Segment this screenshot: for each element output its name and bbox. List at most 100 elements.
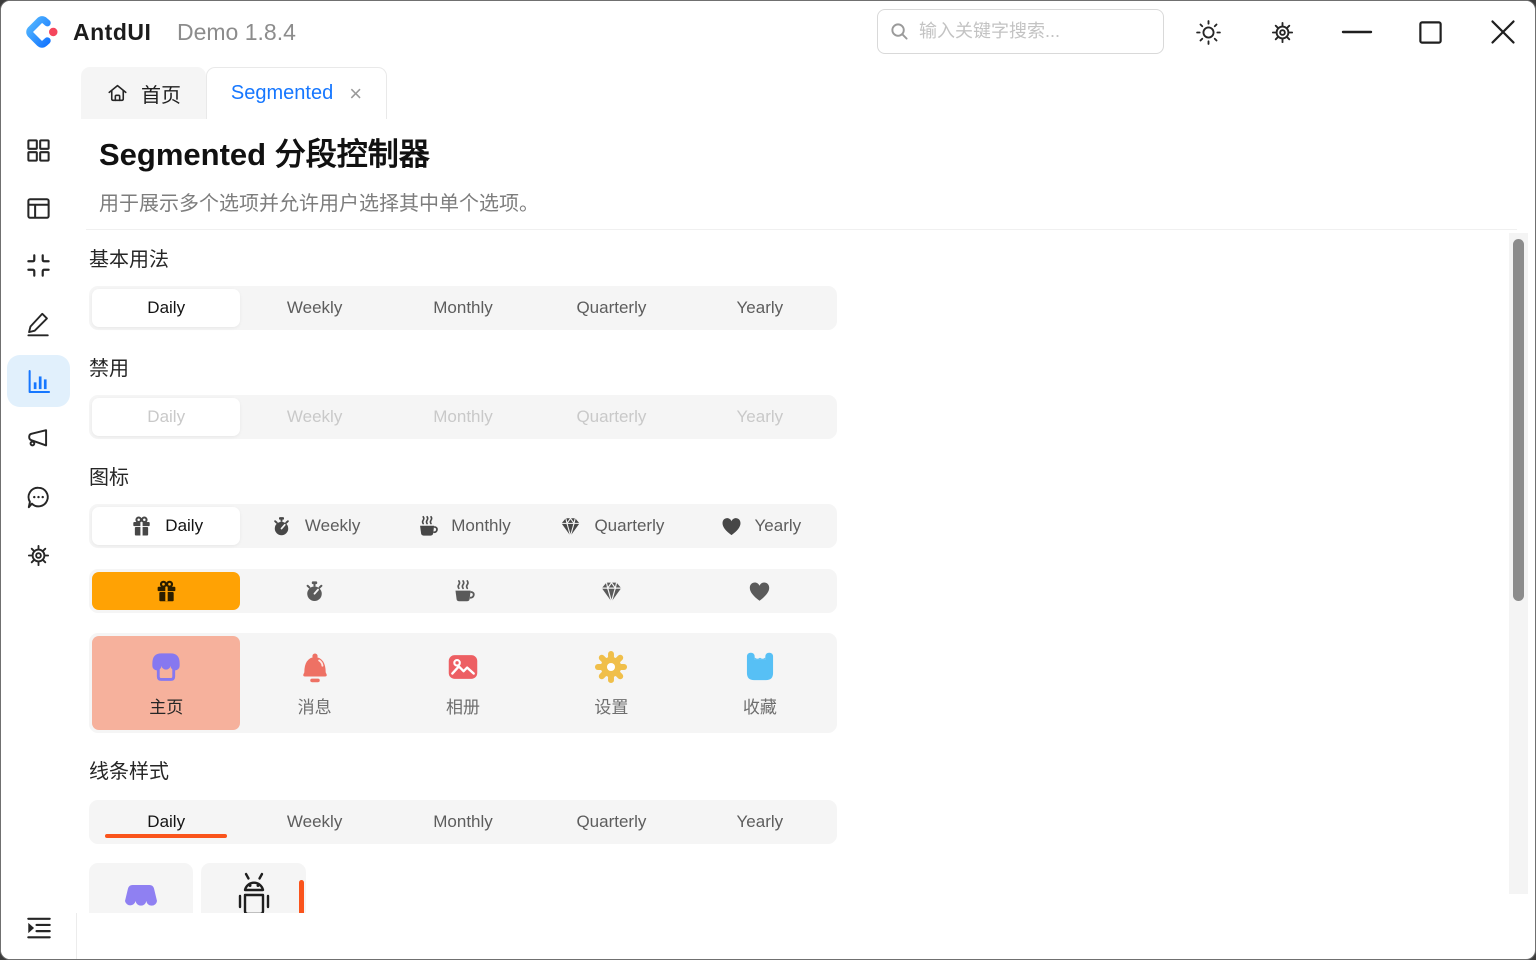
segment-option-heart[interactable] bbox=[686, 572, 834, 610]
settings-button[interactable] bbox=[1263, 1, 1301, 63]
coffee-icon bbox=[450, 578, 477, 605]
segment-option-coffee[interactable] bbox=[389, 572, 537, 610]
sidebar-collapse-button[interactable] bbox=[1, 905, 76, 949]
segment-option-monthly[interactable]: Monthly bbox=[389, 803, 537, 841]
chat-bubble-icon bbox=[25, 484, 52, 511]
segmented-disabled: Daily Weekly Monthly Quarterly Yearly bbox=[89, 395, 837, 439]
segment-label: Yearly bbox=[737, 298, 784, 318]
sidebar-item-announcement[interactable] bbox=[1, 413, 76, 465]
segment-label: Weekly bbox=[287, 298, 342, 318]
search-icon bbox=[890, 22, 909, 41]
sidebar-item-charts-active[interactable] bbox=[1, 355, 76, 407]
bar-chart-icon bbox=[25, 368, 52, 395]
section-title-icons: 图标 bbox=[89, 461, 129, 490]
segment-label: Quarterly bbox=[576, 407, 646, 427]
sidebar-item-layout[interactable] bbox=[1, 182, 76, 234]
minimize-icon bbox=[1341, 16, 1373, 48]
tab-home[interactable]: 首页 bbox=[81, 67, 206, 119]
sidebar-item-messages[interactable] bbox=[1, 471, 76, 523]
tab-segmented[interactable]: Segmented × bbox=[206, 67, 387, 119]
app-title: AntdUI bbox=[73, 1, 151, 63]
menu-unfold-icon bbox=[25, 913, 53, 941]
segment-option-quarterly[interactable]: Quarterly bbox=[537, 803, 685, 841]
theme-toggle-button[interactable] bbox=[1189, 1, 1227, 63]
stopwatch-icon bbox=[301, 578, 328, 605]
segment-option-home[interactable]: 主页 bbox=[92, 636, 240, 730]
segment-label: Weekly bbox=[287, 407, 342, 427]
segment-option-daily[interactable]: Daily bbox=[92, 507, 240, 545]
diamond-icon bbox=[598, 578, 625, 605]
page-subtitle: 用于展示多个选项并允许用户选择其中单个选项。 bbox=[99, 187, 539, 216]
segment-option-weekly[interactable]: Weekly bbox=[240, 507, 388, 545]
megaphone-icon bbox=[25, 426, 52, 453]
segment-label: Monthly bbox=[433, 812, 493, 832]
segmented-big: 主页 消息 bbox=[89, 633, 837, 733]
tab-close-icon[interactable]: × bbox=[349, 83, 362, 105]
segmented-line-style: Daily Weekly Monthly Quarterly Yearly bbox=[89, 800, 837, 844]
maximize-icon bbox=[1417, 19, 1444, 46]
segment-option-message[interactable]: 消息 bbox=[240, 636, 388, 730]
gear-filled-icon bbox=[592, 648, 630, 686]
segment-option-weekly[interactable]: Weekly bbox=[240, 289, 388, 327]
segment-label: Monthly bbox=[451, 516, 511, 536]
home-icon bbox=[106, 82, 129, 105]
edit-pencil-icon bbox=[25, 310, 52, 337]
sidebar-item-dashboard[interactable] bbox=[1, 124, 76, 176]
segment-option-favorite[interactable]: 收藏 bbox=[686, 636, 834, 730]
scrollbar-thumb[interactable] bbox=[1513, 239, 1524, 601]
segment-label: Daily bbox=[147, 407, 185, 427]
segment-option-weekly[interactable]: Weekly bbox=[240, 803, 388, 841]
gift-icon bbox=[129, 514, 154, 539]
segment-option-diamond[interactable] bbox=[537, 572, 685, 610]
search-box[interactable] bbox=[877, 9, 1164, 54]
sidebar bbox=[1, 63, 77, 959]
segment-label: Yearly bbox=[737, 407, 784, 427]
shop-home-icon bbox=[147, 648, 185, 686]
segment-option-yearly-disabled: Yearly bbox=[686, 398, 834, 436]
segment-option-quarterly[interactable]: Quarterly bbox=[537, 289, 685, 327]
shop-awning-icon bbox=[117, 879, 165, 913]
maximize-button[interactable] bbox=[1412, 1, 1448, 63]
segment-option-settings[interactable]: 设置 bbox=[537, 636, 685, 730]
sidebar-item-settings[interactable] bbox=[1, 529, 76, 581]
search-input[interactable] bbox=[917, 20, 1153, 43]
tab-segmented-label: Segmented bbox=[231, 82, 333, 105]
segment-option-daily[interactable]: Daily bbox=[92, 289, 240, 327]
selection-right-bar bbox=[299, 880, 304, 913]
segment-option-daily[interactable]: Daily bbox=[92, 803, 240, 841]
bell-icon bbox=[296, 648, 334, 686]
segment-option-monthly[interactable]: Monthly bbox=[389, 289, 537, 327]
section-title-line: 线条样式 bbox=[89, 755, 169, 784]
segment-card-shop[interactable] bbox=[89, 863, 193, 913]
appstore-grid-icon bbox=[25, 137, 52, 164]
segment-label: Quarterly bbox=[576, 298, 646, 318]
shrink-icon bbox=[25, 252, 52, 279]
segment-option-yearly[interactable]: Yearly bbox=[686, 507, 834, 545]
segment-option-weekly-disabled: Weekly bbox=[240, 398, 388, 436]
segment-option-yearly[interactable]: Yearly bbox=[686, 289, 834, 327]
segment-label: Daily bbox=[147, 298, 185, 318]
segment-label: 消息 bbox=[298, 693, 332, 718]
segment-option-quarterly[interactable]: Quarterly bbox=[537, 507, 685, 545]
segment-option-quarterly-disabled: Quarterly bbox=[537, 398, 685, 436]
close-button[interactable] bbox=[1485, 1, 1521, 63]
segmented-icon-only bbox=[89, 569, 837, 613]
segment-label: Weekly bbox=[305, 516, 360, 536]
segment-label: 主页 bbox=[149, 693, 183, 718]
segment-option-yearly[interactable]: Yearly bbox=[686, 803, 834, 841]
sidebar-item-shrink[interactable] bbox=[1, 239, 76, 291]
app-window: AntdUI Demo 1.8.4 bbox=[0, 0, 1536, 960]
section-title-disabled: 禁用 bbox=[89, 352, 129, 381]
app-version: Demo 1.8.4 bbox=[177, 1, 296, 63]
photo-album-icon bbox=[444, 648, 482, 686]
segment-option-gift[interactable] bbox=[92, 572, 240, 610]
segment-option-album[interactable]: 相册 bbox=[389, 636, 537, 730]
segment-option-stopwatch[interactable] bbox=[240, 572, 388, 610]
segment-card-android[interactable] bbox=[201, 863, 306, 913]
segment-option-monthly[interactable]: Monthly bbox=[389, 507, 537, 545]
sidebar-item-edit[interactable] bbox=[1, 297, 76, 349]
segment-label: 收藏 bbox=[743, 693, 777, 718]
minimize-button[interactable] bbox=[1337, 1, 1377, 63]
section-title-basic: 基本用法 bbox=[89, 243, 169, 272]
heart-icon bbox=[746, 578, 773, 605]
